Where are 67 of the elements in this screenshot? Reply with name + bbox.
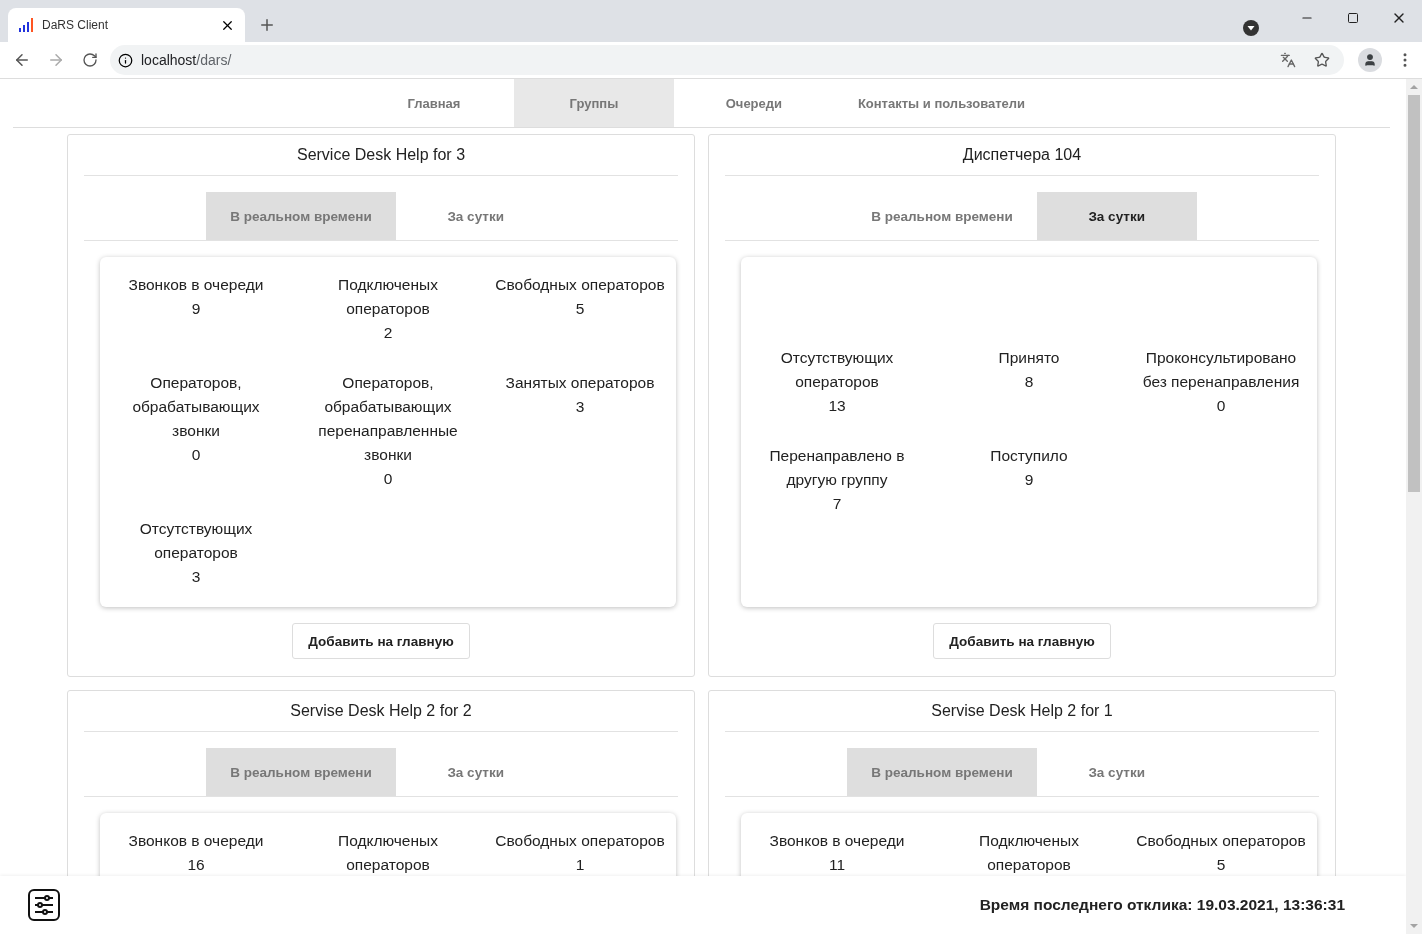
stat-value: 13 <box>828 396 846 416</box>
nav-tab[interactable]: Очереди <box>673 79 834 127</box>
stat-label: Подключеных операторов <box>337 831 439 875</box>
stat-value: 9 <box>191 299 201 319</box>
stat-label: Отсутствующих операторов <box>138 519 254 563</box>
stat-label: Звонков в очереди <box>769 831 905 851</box>
period-tab[interactable]: В реальном времени <box>847 192 1037 240</box>
add-to-home-button[interactable]: Добавить на главную <box>933 623 1111 659</box>
stat-label: Звонков в очереди <box>128 831 264 851</box>
stat-label: Занятых операторов <box>505 373 655 393</box>
stat-value: 16 <box>187 855 205 875</box>
card-title: Диспетчера 104 <box>725 135 1319 176</box>
stat-label: Звонков в очереди <box>128 275 264 295</box>
new-tab-icon[interactable] <box>258 16 276 34</box>
stat-value: 9 <box>1024 470 1034 490</box>
stat-label: Свободных операторов <box>495 275 665 295</box>
stat-value: 5 <box>1216 855 1226 875</box>
stat-value: 3 <box>575 397 585 417</box>
stat-label: Проконсультировано без перенаправления <box>1141 348 1301 392</box>
signal-bars-icon <box>18 17 34 33</box>
stat-label: Операторов, обрабатывающих перенаправленные звонки <box>317 373 459 465</box>
period-tab[interactable]: В реальном времени <box>206 748 396 796</box>
address-bar[interactable]: localhost/dars/ <box>110 45 1344 75</box>
nav-tab[interactable]: Группы <box>513 79 674 127</box>
add-to-home-button[interactable]: Добавить на главную <box>292 623 470 659</box>
stat-label: Принято <box>998 348 1060 368</box>
profile-avatar[interactable] <box>1358 48 1382 72</box>
star-icon[interactable] <box>1314 52 1330 68</box>
card-title: Service Desk Help for 3 <box>84 135 678 176</box>
stat-label: Подключеных операторов <box>978 831 1080 875</box>
stat-value: 11 <box>828 855 846 875</box>
card-title: Servise Desk Help 2 for 2 <box>84 691 678 732</box>
stat-label: Перенаправлено в другую группу <box>768 446 906 490</box>
info-icon[interactable] <box>118 52 133 68</box>
maximize-icon[interactable] <box>1347 12 1359 24</box>
dropdown-icon[interactable] <box>1243 20 1259 36</box>
stat-value: 5 <box>575 299 585 319</box>
period-tab[interactable]: За сутки <box>1036 748 1197 796</box>
stat-label: Свободных операторов <box>495 831 665 851</box>
card-title: Servise Desk Help 2 for 1 <box>725 691 1319 732</box>
period-tab[interactable]: За сутки <box>1036 192 1197 240</box>
stat-label: Отсутствующих операторов <box>779 348 895 392</box>
last-response-text: Время последнего отклика: 19.03.2021, 13:36:31 <box>979 896 1345 914</box>
period-tab[interactable]: В реальном времени <box>847 748 1037 796</box>
back-icon[interactable] <box>13 51 31 69</box>
stat-label: Поступило <box>990 446 1068 466</box>
stat-value: 0 <box>1216 396 1226 416</box>
stat-value: 3 <box>191 567 201 587</box>
nav-tab[interactable]: Главная <box>353 79 514 127</box>
stat-label: Свободных операторов <box>1136 831 1306 851</box>
stat-value: 1 <box>575 855 585 875</box>
translate-icon[interactable] <box>1280 52 1296 68</box>
stat-value: 0 <box>383 469 393 489</box>
stat-label: Подключеных операторов <box>337 275 439 319</box>
period-tab[interactable]: За сутки <box>395 192 556 240</box>
stat-value: 7 <box>832 494 842 514</box>
stat-value: 0 <box>191 445 201 465</box>
stat-label: Операторов, обрабатывающих звонки <box>131 373 261 441</box>
period-tab[interactable]: В реальном времени <box>206 192 396 240</box>
browser-tab[interactable]: DaRS Client <box>8 8 245 42</box>
stat-value: 8 <box>1024 372 1034 392</box>
settings-icon[interactable] <box>28 889 60 921</box>
tab-title: DaRS Client <box>42 18 110 32</box>
nav-tab[interactable]: Контакты и пользователи <box>833 79 1050 127</box>
period-tab[interactable]: За сутки <box>395 748 556 796</box>
reload-icon[interactable] <box>82 52 98 68</box>
stat-value: 2 <box>383 323 393 343</box>
